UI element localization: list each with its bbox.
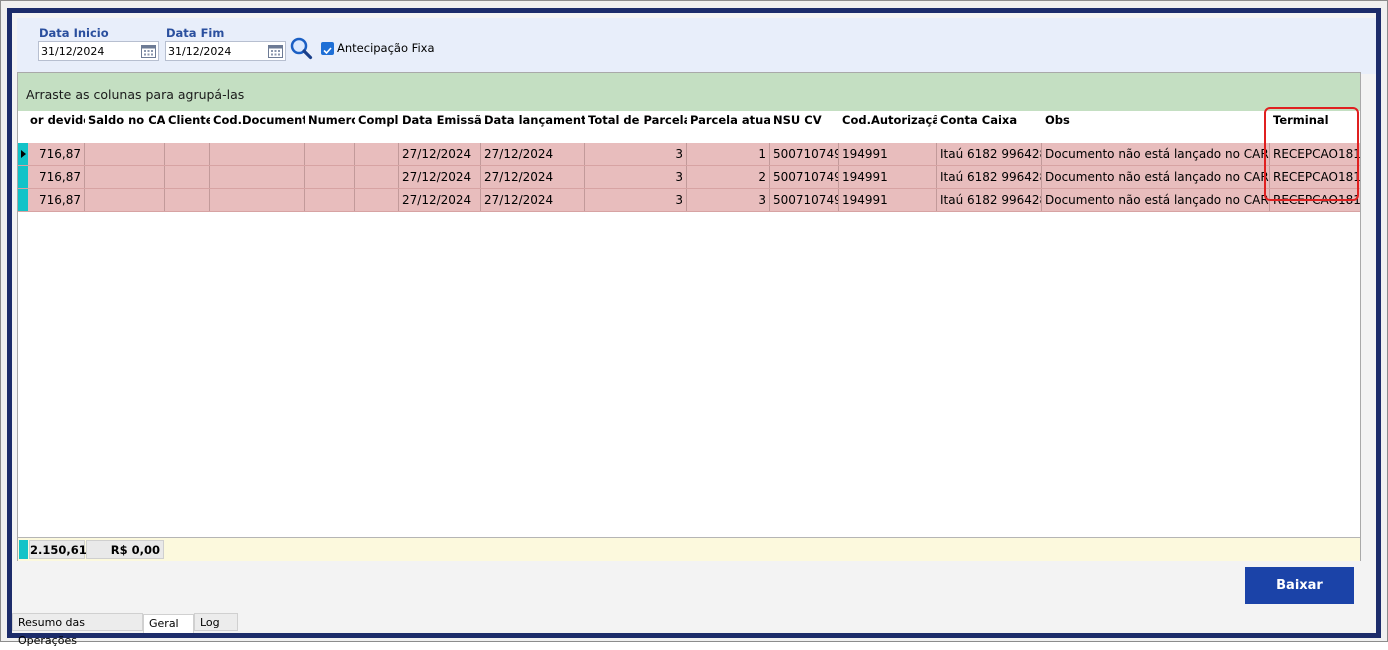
column-header[interactable]: or devido (27, 111, 85, 130)
cell[interactable]: Itaú 6182 996428 (937, 143, 1042, 165)
cell[interactable]: Documento não está lançado no CAR (1042, 189, 1270, 211)
cell[interactable] (355, 166, 399, 188)
cell[interactable]: 27/12/2024 (481, 166, 585, 188)
cell[interactable] (85, 143, 165, 165)
cell[interactable]: 194991 (839, 143, 937, 165)
table-row[interactable]: 716,87 27/12/2024 27/12/2024 3 1 5007107… (18, 143, 1360, 166)
cell[interactable] (210, 189, 305, 211)
cell[interactable] (85, 189, 165, 211)
cell[interactable]: 27/12/2024 (399, 143, 481, 165)
cell[interactable]: 3 (585, 143, 687, 165)
cell[interactable]: 500710749 (770, 189, 839, 211)
cell[interactable]: Itaú 6182 996428 (937, 189, 1042, 211)
totals-indicator (19, 540, 28, 559)
cell[interactable]: 3 (585, 166, 687, 188)
tab-log[interactable]: Log (194, 613, 238, 631)
cell[interactable] (305, 166, 355, 188)
data-fim-value: 31/12/2024 (168, 45, 232, 58)
column-header[interactable]: Cliente (165, 111, 210, 130)
column-header[interactable]: Data Emissão (399, 111, 481, 130)
cell[interactable] (165, 166, 210, 188)
totals-row: 2.150,61 R$ 0,00 (18, 537, 1360, 561)
terminal-column-highlight (1264, 107, 1359, 201)
cell[interactable]: 27/12/2024 (399, 189, 481, 211)
cell[interactable] (210, 143, 305, 165)
row-selector[interactable] (18, 143, 28, 165)
cell[interactable]: Documento não está lançado no CAR (1042, 166, 1270, 188)
cell[interactable]: 500710749 (770, 166, 839, 188)
cell[interactable] (355, 143, 399, 165)
column-header[interactable]: Cod.Autorização (839, 111, 937, 130)
column-header[interactable]: Total de Parcelas (585, 111, 687, 130)
table-row[interactable]: 716,87 27/12/2024 27/12/2024 3 3 5007107… (18, 189, 1360, 212)
current-row-icon (21, 150, 26, 158)
cell[interactable] (305, 189, 355, 211)
column-header[interactable]: Numero (305, 111, 355, 130)
cell[interactable]: 194991 (839, 166, 937, 188)
cell[interactable] (85, 166, 165, 188)
antecipacao-label[interactable]: Antecipação Fixa (337, 41, 435, 55)
cell[interactable]: Documento não está lançado no CAR (1042, 143, 1270, 165)
filter-bar: Data Inicio 31/12/2024 Data Fim 31/12/20… (17, 18, 1376, 74)
total-saldo-car: R$ 0,00 (86, 540, 164, 559)
cell[interactable]: 2 (687, 166, 770, 188)
data-inicio-label: Data Inicio (39, 26, 109, 40)
column-header[interactable]: Obs (1042, 111, 1270, 130)
cell[interactable]: 3 (687, 189, 770, 211)
data-grid: Arraste as colunas para agrupá-las or de… (17, 72, 1361, 561)
cell[interactable]: 27/12/2024 (481, 189, 585, 211)
total-valor-devido: 2.150,61 (29, 540, 87, 559)
group-by-area[interactable]: Arraste as colunas para agrupá-las (18, 73, 1360, 111)
antecipacao-checkbox[interactable] (321, 42, 334, 55)
cell[interactable] (165, 143, 210, 165)
column-header[interactable]: Data lançamento (481, 111, 585, 130)
column-header[interactable]: NSU CV (770, 111, 839, 130)
row-selector[interactable] (18, 166, 28, 188)
search-icon[interactable] (289, 36, 313, 60)
data-fim-input[interactable]: 31/12/2024 (165, 41, 286, 61)
group-by-hint: Arraste as colunas para agrupá-las (26, 87, 245, 102)
checkmark-icon (323, 47, 332, 55)
calendar-icon[interactable] (268, 44, 283, 58)
cell[interactable]: 1 (687, 143, 770, 165)
cell[interactable]: 27/12/2024 (399, 166, 481, 188)
app-window: Data Inicio 31/12/2024 Data Fim 31/12/20… (0, 0, 1388, 647)
cell[interactable]: 716,87 (28, 189, 85, 211)
tab-geral[interactable]: Geral (143, 614, 194, 633)
data-fim-label: Data Fim (166, 26, 225, 40)
column-header[interactable]: Cod.Documento (210, 111, 305, 130)
tab-resumo-operacoes[interactable]: Resumo das Operações (12, 613, 143, 647)
main-panel: Data Inicio 31/12/2024 Data Fim 31/12/20… (7, 8, 1381, 647)
column-header[interactable]: Compl. (355, 111, 399, 130)
cell[interactable] (210, 166, 305, 188)
column-header[interactable]: Parcela atual (687, 111, 770, 130)
cell[interactable]: 3 (585, 189, 687, 211)
column-header[interactable]: Saldo no CAR (85, 111, 165, 130)
data-inicio-value: 31/12/2024 (41, 45, 105, 58)
column-header[interactable]: Conta Caixa (937, 111, 1042, 130)
row-selector[interactable] (18, 189, 28, 211)
cell[interactable] (165, 189, 210, 211)
tab-bar: Resumo das Operações Geral Log (12, 610, 1376, 647)
data-inicio-input[interactable]: 31/12/2024 (38, 41, 159, 61)
cell[interactable]: 27/12/2024 (481, 143, 585, 165)
cell[interactable]: 500710749 (770, 143, 839, 165)
table-row[interactable]: 716,87 27/12/2024 27/12/2024 3 2 5007107… (18, 166, 1360, 189)
baixar-button[interactable]: Baixar (1245, 567, 1354, 604)
cell[interactable]: Itaú 6182 996428 (937, 166, 1042, 188)
cell[interactable] (305, 143, 355, 165)
calendar-icon[interactable] (141, 44, 156, 58)
cell[interactable] (355, 189, 399, 211)
cell[interactable]: 716,87 (28, 143, 85, 165)
cell[interactable]: 194991 (839, 189, 937, 211)
cell[interactable]: 716,87 (28, 166, 85, 188)
